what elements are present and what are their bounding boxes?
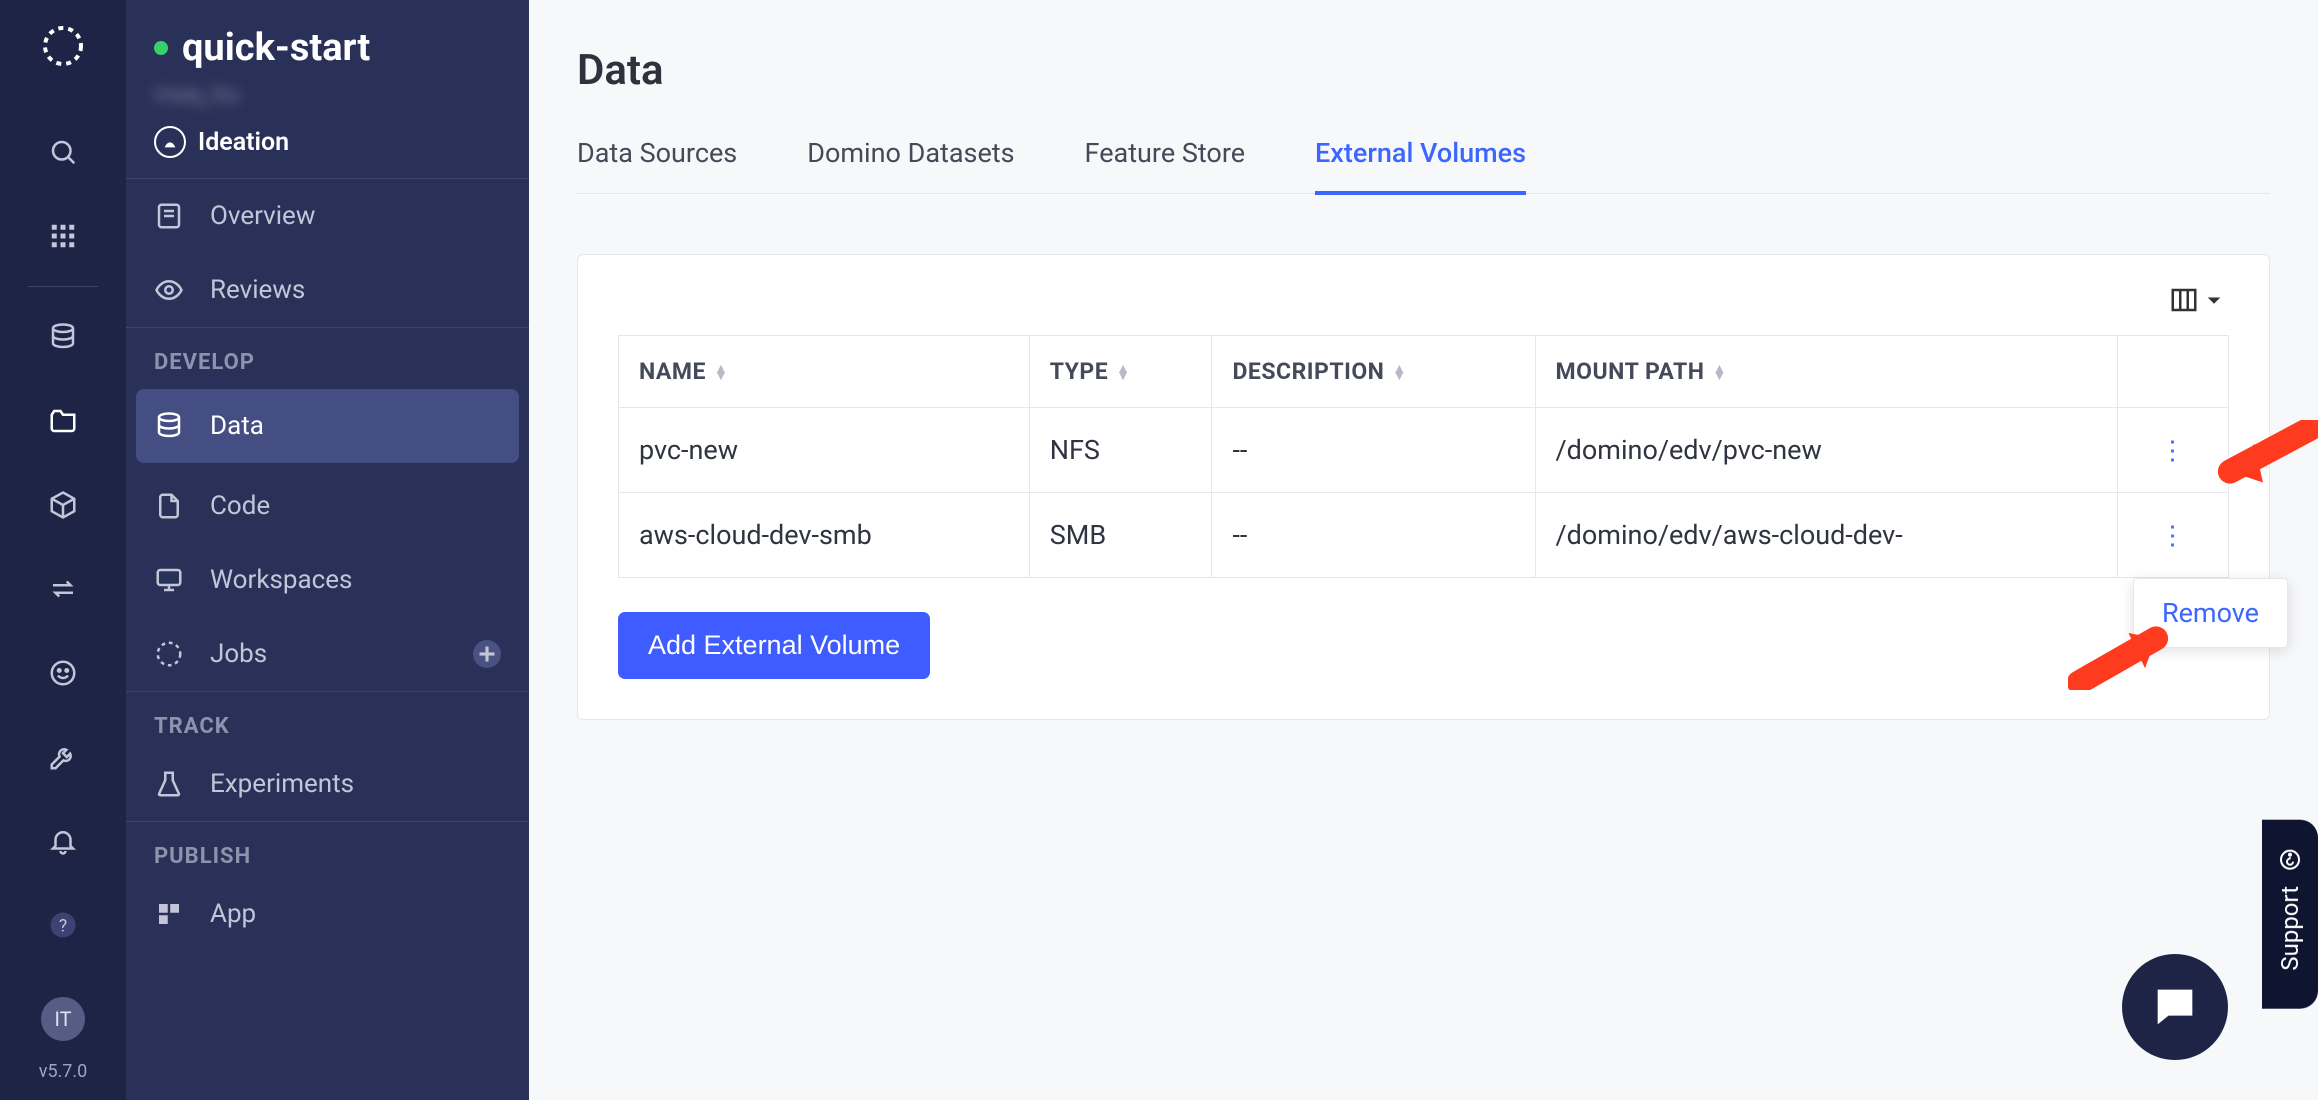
volumes-panel: NAME▲▼ TYPE▲▼ DESCRIPTION▲▼ MOUNT PATH▲▼… [577,254,2270,720]
sidebar-item-label: Code [210,491,270,521]
sidebar-item-jobs[interactable]: Jobs [126,617,529,691]
app-version: v5.7.0 [39,1061,88,1082]
status-dot-icon [154,41,168,55]
sidebar-item-experiments[interactable]: Experiments [126,747,529,821]
project-title[interactable]: quick-start [154,26,501,70]
help-circle-icon [2278,848,2302,872]
tab-domino-datasets[interactable]: Domino Datasets [807,125,1014,193]
tab-data-sources[interactable]: Data Sources [577,125,737,193]
stage-label: Ideation [198,128,289,157]
bell-icon[interactable] [0,799,126,883]
project-name: quick-start [182,26,370,70]
project-header: quick-start maq_hu Ideation [126,0,529,178]
row-actions-menu-icon[interactable]: ⋮ [2160,521,2187,551]
column-type[interactable]: TYPE▲▼ [1029,336,1212,408]
sidebar-item-data[interactable]: Data [136,389,519,463]
column-actions [2118,336,2229,408]
section-track: TRACK [126,692,529,747]
smile-icon[interactable] [0,631,126,715]
sidebar-item-label: Experiments [210,769,354,799]
callout-arrow-icon [2068,620,2178,694]
brand-logo-icon[interactable] [39,22,87,70]
rail-separator [28,286,98,287]
database-icon[interactable] [0,295,126,379]
sidebar-item-label: Data [210,411,264,441]
sidebar-item-label: Jobs [210,639,267,669]
apps-grid-icon[interactable] [0,194,126,278]
search-icon[interactable] [0,110,126,194]
tab-feature-store[interactable]: Feature Store [1085,125,1246,193]
cell-name: aws-cloud-dev-smb [619,493,1030,578]
wrench-icon[interactable] [0,715,126,799]
tab-bar: Data Sources Domino Datasets Feature Sto… [577,125,2270,194]
callout-arrow-icon [2208,420,2318,494]
project-owner: maq_hu [154,80,501,108]
column-name[interactable]: NAME▲▼ [619,336,1030,408]
add-job-icon[interactable] [473,640,501,668]
cell-type: SMB [1029,493,1212,578]
sidebar-item-label: App [210,899,256,929]
section-develop: DEVELOP [126,328,529,383]
cell-mount: /domino/edv/pvc-new [1535,408,2117,493]
sidebar-item-reviews[interactable]: Reviews [126,253,529,327]
svg-text:?: ? [59,916,67,936]
column-picker-icon[interactable] [2169,285,2229,315]
project-sidebar: quick-start maq_hu Ideation Overview Rev… [126,0,529,1100]
sidebar-item-code[interactable]: Code [126,469,529,543]
cell-mount: /domino/edv/aws-cloud-dev- [1535,493,2117,578]
table-row: aws-cloud-dev-smb SMB -- /domino/edv/aws… [619,493,2229,578]
sidebar-item-label: Overview [210,201,315,231]
project-stage[interactable]: Ideation [154,126,501,158]
swap-icon[interactable] [0,547,126,631]
column-description[interactable]: DESCRIPTION▲▼ [1212,336,1535,408]
cell-name: pvc-new [619,408,1030,493]
cell-description: -- [1212,493,1535,578]
cell-description: -- [1212,408,1535,493]
chat-fab[interactable] [2122,954,2228,1060]
sidebar-item-app[interactable]: App [126,877,529,951]
help-icon[interactable]: ? [0,883,126,967]
sidebar-item-overview[interactable]: Overview [126,179,529,253]
page-title: Data [577,46,2270,95]
table-row: pvc-new NFS -- /domino/edv/pvc-new ⋮ [619,408,2229,493]
column-mount-path[interactable]: MOUNT PATH▲▼ [1535,336,2117,408]
cell-type: NFS [1029,408,1212,493]
tab-external-volumes[interactable]: External Volumes [1315,125,1526,195]
folder-open-icon[interactable] [0,379,126,463]
chat-icon [2149,981,2201,1033]
sidebar-item-label: Reviews [210,275,305,305]
row-actions-menu-icon[interactable]: ⋮ [2160,436,2187,466]
support-tab[interactable]: Support [2262,820,2318,1009]
section-publish: PUBLISH [126,822,529,877]
support-label: Support [2276,886,2304,971]
volumes-table: NAME▲▼ TYPE▲▼ DESCRIPTION▲▼ MOUNT PATH▲▼… [618,335,2229,578]
sidebar-item-workspaces[interactable]: Workspaces [126,543,529,617]
sidebar-item-label: Workspaces [210,565,352,595]
cube-icon[interactable] [0,463,126,547]
nav-rail: ? IT v5.7.0 [0,0,126,1100]
add-external-volume-button[interactable]: Add External Volume [618,612,930,679]
main-content: Data Data Sources Domino Datasets Featur… [529,0,2318,1100]
stage-icon [154,126,186,158]
user-avatar[interactable]: IT [41,997,85,1041]
